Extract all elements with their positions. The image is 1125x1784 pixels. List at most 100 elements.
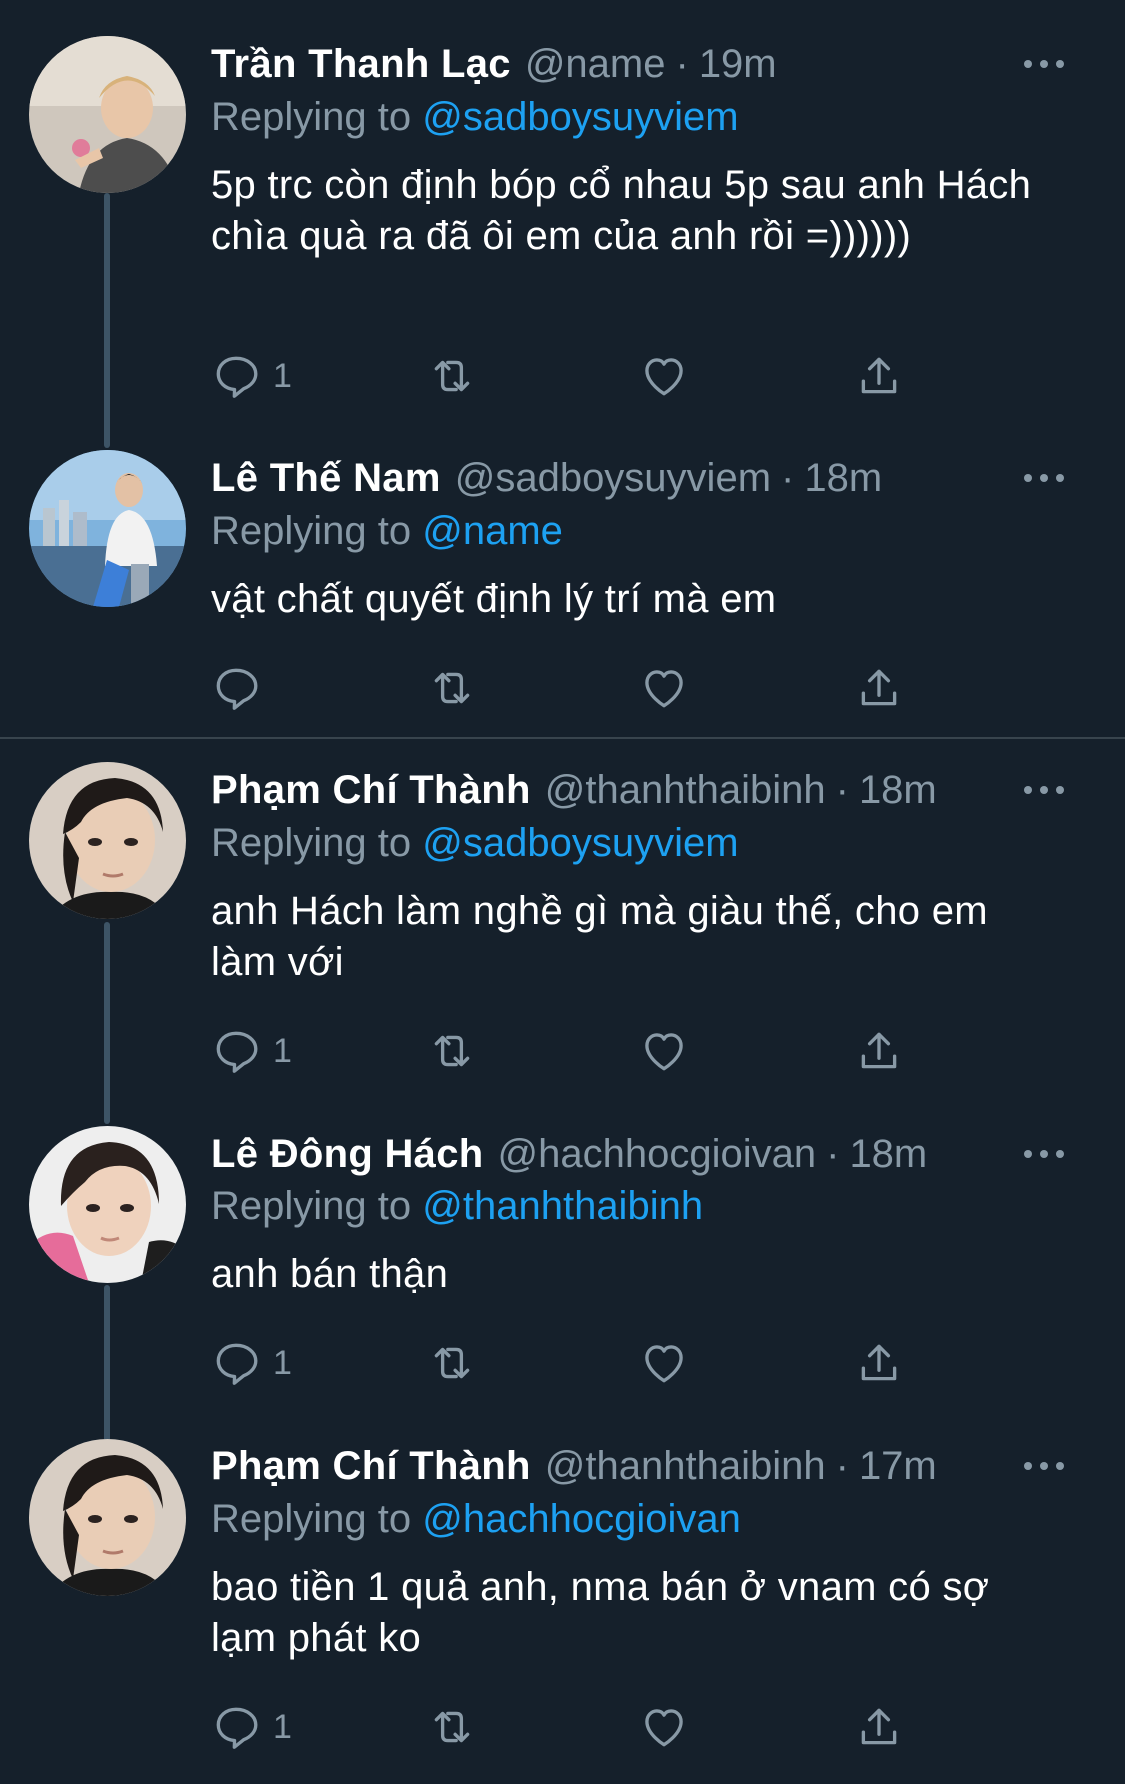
reply-button[interactable]: 1 (211, 1023, 292, 1079)
replying-prefix: Replying to (211, 95, 412, 139)
retweet-button[interactable] (424, 1335, 480, 1391)
thread-connector (104, 1285, 110, 1445)
more-options-icon[interactable] (1024, 780, 1064, 800)
replying-prefix: Replying to (211, 821, 412, 865)
handle[interactable]: @sadboysuyviem (455, 450, 771, 506)
tweet-actions: 1 (211, 348, 911, 404)
retweet-icon (434, 1035, 470, 1067)
mention-link[interactable]: @name (422, 509, 563, 553)
mention-link[interactable]: @sadboysuyviem (422, 821, 738, 865)
retweet-button[interactable] (424, 348, 480, 404)
reply-count: 1 (273, 1707, 292, 1746)
tweet-actions: 1 (211, 1699, 911, 1755)
mention-link[interactable]: @hachhocgioivan (422, 1497, 741, 1541)
like-button[interactable] (639, 348, 689, 404)
timestamp[interactable]: 18m (804, 450, 882, 506)
share-icon (861, 669, 897, 706)
share-icon (861, 1032, 897, 1069)
like-icon (645, 1345, 683, 1383)
handle[interactable]: @hachhocgioivan (498, 1126, 817, 1182)
display-name[interactable]: Lê Đông Hách (211, 1126, 484, 1182)
reply-icon (216, 356, 258, 398)
timestamp[interactable]: 19m (699, 36, 777, 92)
share-button[interactable] (854, 660, 904, 716)
retweet-icon (434, 360, 470, 392)
tweet-header: Lê Đông Hách @hachhocgioivan · 18m (211, 1126, 927, 1182)
more-options-icon[interactable] (1024, 1144, 1064, 1164)
tweet-header: Phạm Chí Thành @thanhthaibinh · 17m (211, 1438, 937, 1494)
retweet-button[interactable] (424, 1023, 480, 1079)
display-name[interactable]: Phạm Chí Thành (211, 1438, 531, 1494)
timestamp[interactable]: 17m (859, 1438, 937, 1494)
reply-icon (216, 668, 258, 710)
tweet-header: Lê Thế Nam @sadboysuyviem · 18m (211, 450, 882, 506)
timestamp[interactable]: 18m (859, 762, 937, 818)
replying-prefix: Replying to (211, 1184, 412, 1228)
reply-count: 1 (273, 356, 292, 395)
retweet-button[interactable] (424, 660, 480, 716)
avatar-photo (29, 450, 186, 607)
avatar-photo (29, 762, 186, 919)
avatar[interactable] (29, 762, 186, 919)
thread-connector (104, 922, 110, 1124)
avatar-photo (29, 1439, 186, 1596)
tweet-text: anh Hách làm nghề gì mà giàu thế, cho em… (211, 889, 988, 984)
like-button[interactable] (639, 1335, 689, 1391)
handle[interactable]: @thanhthaibinh (545, 762, 826, 818)
avatar[interactable] (29, 36, 186, 193)
retweet-icon (434, 1711, 470, 1743)
tweet-text: anh bán thận (211, 1252, 449, 1296)
handle[interactable]: @thanhthaibinh (545, 1438, 826, 1494)
more-options-icon[interactable] (1024, 54, 1064, 74)
share-icon (861, 1708, 897, 1745)
more-options-icon[interactable] (1024, 468, 1064, 488)
retweet-icon (434, 1347, 470, 1379)
separator-dot: · (835, 1444, 849, 1488)
timestamp[interactable]: 18m (849, 1126, 927, 1182)
replying-prefix: Replying to (211, 1497, 412, 1541)
share-button[interactable] (854, 1699, 904, 1755)
more-options-icon[interactable] (1024, 1456, 1064, 1476)
like-icon (645, 358, 683, 396)
separator-dot: · (826, 1132, 840, 1176)
reply-button[interactable] (211, 660, 273, 716)
display-name[interactable]: Lê Thế Nam (211, 450, 441, 506)
mention-link[interactable]: @thanhthaibinh (422, 1184, 703, 1228)
like-icon (645, 1709, 683, 1747)
avatar[interactable] (29, 1126, 186, 1283)
thread-divider (0, 737, 1125, 739)
replying-to: Replying to @name (211, 503, 563, 559)
tweet-header: Phạm Chí Thành @thanhthaibinh · 18m (211, 762, 937, 818)
like-button[interactable] (639, 660, 689, 716)
tweet-actions: 1 (211, 1335, 911, 1391)
mention-link[interactable]: @sadboysuyviem (422, 95, 738, 139)
replying-to: Replying to @sadboysuyviem (211, 89, 739, 145)
reply-count: 1 (273, 1343, 292, 1382)
like-icon (645, 1033, 683, 1071)
share-button[interactable] (854, 348, 904, 404)
share-button[interactable] (854, 1335, 904, 1391)
retweet-button[interactable] (424, 1699, 480, 1755)
avatar-photo (29, 36, 186, 193)
separator-dot: · (781, 456, 795, 500)
thread-connector (104, 193, 110, 448)
like-button[interactable] (639, 1023, 689, 1079)
reply-button[interactable]: 1 (211, 1335, 292, 1391)
replying-to: Replying to @hachhocgioivan (211, 1491, 741, 1547)
avatar[interactable] (29, 1439, 186, 1596)
tweet-actions: 1 (211, 1023, 911, 1079)
reply-icon (216, 1031, 258, 1073)
separator-dot: · (675, 42, 689, 86)
like-button[interactable] (639, 1699, 689, 1755)
display-name[interactable]: Trần Thanh Lạc (211, 36, 511, 92)
handle[interactable]: @name (525, 36, 666, 92)
retweet-icon (434, 672, 470, 704)
share-button[interactable] (854, 1023, 904, 1079)
tweet-header: Trần Thanh Lạc @name · 19m (211, 36, 777, 92)
tweet-text: vật chất quyết định lý trí mà em (211, 577, 777, 621)
avatar[interactable] (29, 450, 186, 607)
reply-button[interactable]: 1 (211, 348, 292, 404)
reply-button[interactable]: 1 (211, 1699, 292, 1755)
reply-count: 1 (273, 1031, 292, 1070)
display-name[interactable]: Phạm Chí Thành (211, 762, 531, 818)
